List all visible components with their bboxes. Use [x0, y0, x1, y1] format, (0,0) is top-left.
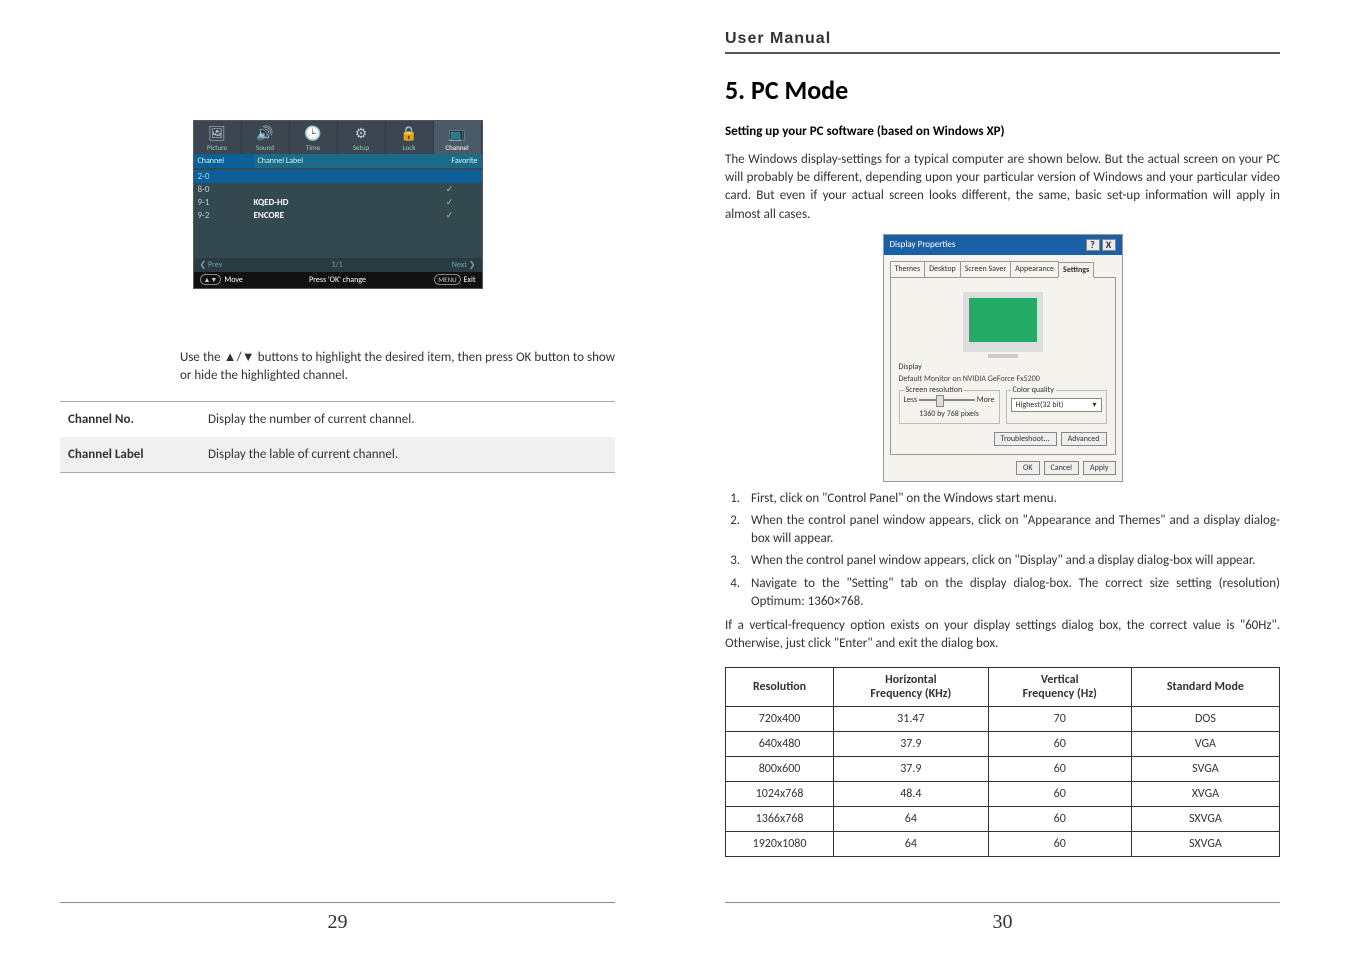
osd-row: 9-1KQED-HD✓	[194, 196, 482, 209]
def-val: Display the lable of current channel.	[200, 437, 615, 473]
picture-icon: 🖼	[194, 123, 241, 143]
page-left: 🖼Picture 🔊Sound 🕒Time ⚙Setup 🔒Lock 📺Chan…	[0, 0, 675, 954]
sound-icon: 🔊	[242, 123, 289, 143]
display-label: Display	[899, 362, 1107, 372]
osd-row: 9-2ENCORE✓	[194, 209, 482, 222]
screen-resolution-group: Screen resolution Less More 1360 by 768 …	[899, 390, 1000, 424]
troubleshoot-button: Troubleshoot...	[994, 432, 1057, 446]
display-value: Default Monitor on NVIDIA GeForce Fx5200	[899, 374, 1107, 384]
list-item: When the control panel window appears, c…	[743, 552, 1280, 570]
color-quality-select: Highest(32 bit) ▾	[1011, 398, 1102, 412]
section-heading: User Manual	[725, 30, 1280, 54]
tab-appearance: Appearance	[1010, 261, 1059, 277]
tab-settings: Settings	[1058, 262, 1094, 278]
osd-tab-channel: 📺Channel	[434, 121, 482, 154]
cancel-button: Cancel	[1044, 461, 1080, 475]
help-icon: ?	[1086, 239, 1100, 251]
table-row: Channel Label Display the lable of curre…	[60, 437, 615, 473]
table-row: Channel No. Display the number of curren…	[60, 402, 615, 438]
resolution-table: Resolution HorizontalFrequency (KHz) Ver…	[725, 667, 1280, 857]
advanced-button: Advanced	[1061, 432, 1107, 446]
table-row: 640x48037.960VGA	[726, 732, 1280, 757]
intro-paragraph: The Windows display-settings for a typic…	[725, 151, 1280, 224]
table-row: 800x60037.960SVGA	[726, 757, 1280, 782]
th-horizontal: HorizontalFrequency (KHz)	[834, 668, 989, 707]
osd-footer: ▲▼Move Press 'OK' change MENUExit	[194, 272, 482, 288]
th-vertical: VerticalFrequency (Hz)	[988, 668, 1131, 707]
page-right: User Manual 5. PC Mode Setting up your P…	[675, 0, 1350, 954]
channel-icon: 📺	[434, 123, 481, 143]
post-steps-text: If a vertical-frequency option exists on…	[725, 617, 1280, 653]
th-mode: Standard Mode	[1131, 668, 1279, 707]
dialog-titlebar: Display Properties ? X	[884, 235, 1122, 255]
osd-column-header: Channel Channel Label Favorite	[194, 154, 482, 168]
chevron-down-icon: ▾	[1092, 400, 1096, 410]
osd-next: Next ❯	[452, 260, 476, 270]
definition-table: Channel No. Display the number of curren…	[60, 401, 615, 473]
osd-tab-setup: ⚙Setup	[338, 121, 386, 154]
dialog-title: Display Properties	[890, 239, 956, 250]
def-key: Channel No.	[60, 402, 200, 438]
page-number: 29	[60, 902, 615, 934]
slider-track-icon	[919, 399, 975, 401]
list-item: Navigate to the "Setting" tab on the dis…	[743, 575, 1280, 611]
ok-button: OK	[1016, 461, 1039, 475]
close-icon: X	[1102, 239, 1116, 251]
tab-screensaver: Screen Saver	[960, 261, 1011, 277]
page-title: 5. PC Mode	[725, 74, 1280, 106]
sr-legend: Screen resolution	[904, 385, 965, 395]
osd-tab-picture: 🖼Picture	[194, 121, 242, 154]
osd-pager: ❮ Prev 1/1 Next ❯	[194, 258, 482, 272]
resolution-value: 1360 by 768 pixels	[904, 409, 995, 419]
osd-prev: ❮ Prev	[200, 260, 223, 270]
tab-themes: Themes	[890, 261, 926, 277]
list-item: First, click on "Control Panel" on the W…	[743, 490, 1280, 508]
color-quality-group: Color quality Highest(32 bit) ▾	[1006, 390, 1107, 424]
osd-header-favorite: Favorite	[422, 154, 482, 168]
table-row: 1024x76848.460XVGA	[726, 782, 1280, 807]
table-row: 1366x7686460SXVGA	[726, 807, 1280, 832]
cq-legend: Color quality	[1011, 385, 1056, 395]
menu-badge: MENU	[434, 274, 460, 285]
resolution-slider: Less More	[904, 395, 995, 405]
osd-row: 8-0✓	[194, 183, 482, 196]
instruction-text: Use the ▲/▼ buttons to highlight the des…	[60, 349, 615, 385]
osd-tab-sound: 🔊Sound	[242, 121, 290, 154]
osd-tab-time: 🕒Time	[290, 121, 338, 154]
osd-tab-lock: 🔒Lock	[386, 121, 434, 154]
setup-icon: ⚙	[338, 123, 385, 143]
steps-list: First, click on "Control Panel" on the W…	[743, 490, 1280, 611]
th-resolution: Resolution	[726, 668, 834, 707]
osd-header-channel: Channel	[194, 154, 254, 168]
table-header-row: Resolution HorizontalFrequency (KHz) Ver…	[726, 668, 1280, 707]
osd-row: 2-0	[194, 170, 482, 183]
page-subtitle: Setting up your PC software (based on Wi…	[725, 124, 1280, 139]
table-row: 1920x10806460SXVGA	[726, 832, 1280, 857]
osd-header-label: Channel Label	[254, 154, 422, 168]
osd-screenshot: 🖼Picture 🔊Sound 🕒Time ⚙Setup 🔒Lock 📺Chan…	[193, 120, 483, 289]
apply-button: Apply	[1083, 461, 1116, 475]
tab-desktop: Desktop	[924, 261, 961, 277]
osd-ok-hint: Press 'OK' change	[280, 275, 396, 285]
table-row: 720x40031.4770DOS	[726, 707, 1280, 732]
display-properties-dialog: Display Properties ? X Themes Desktop Sc…	[883, 234, 1123, 482]
updown-icon: ▲▼	[200, 274, 222, 285]
page-number: 30	[725, 902, 1280, 934]
def-key: Channel Label	[60, 437, 200, 473]
lock-icon: 🔒	[386, 123, 433, 143]
osd-body: 2-0 8-0✓ 9-1KQED-HD✓ 9-2ENCORE✓	[194, 168, 482, 258]
def-val: Display the number of current channel.	[200, 402, 615, 438]
osd-tab-bar: 🖼Picture 🔊Sound 🕒Time ⚙Setup 🔒Lock 📺Chan…	[194, 121, 482, 154]
dialog-pane: Display Default Monitor on NVIDIA GeForc…	[890, 277, 1116, 455]
list-item: When the control panel window appears, c…	[743, 512, 1280, 548]
dialog-tabs: Themes Desktop Screen Saver Appearance S…	[890, 261, 1116, 277]
time-icon: 🕒	[290, 123, 337, 143]
monitor-preview-icon	[963, 292, 1043, 352]
osd-page-indicator: 1/1	[331, 260, 342, 270]
